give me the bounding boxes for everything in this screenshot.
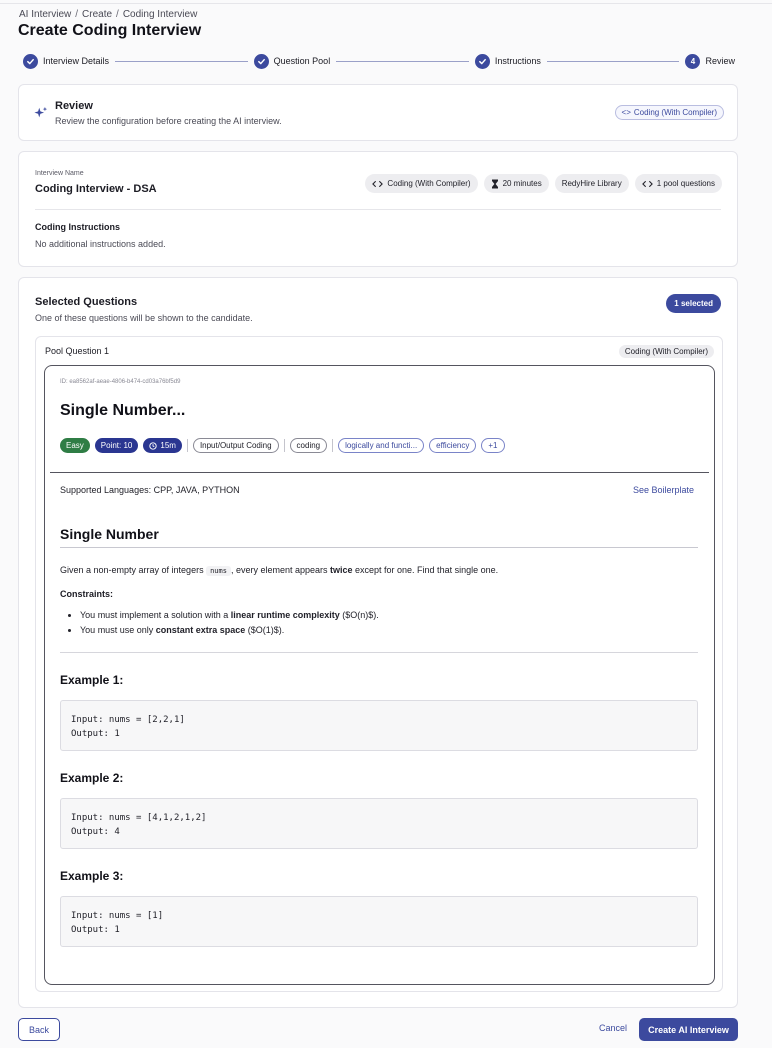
inline-code: nums: [206, 566, 231, 576]
selected-count-badge: 1 selected: [666, 294, 721, 313]
breadcrumb-ai-interview[interactable]: AI Interview: [19, 9, 71, 20]
step-interview-details[interactable]: Interview Details: [23, 53, 110, 69]
back-button[interactable]: Back: [18, 1018, 60, 1041]
check-icon: [253, 53, 269, 69]
step-instructions[interactable]: Instructions: [474, 53, 541, 69]
constraints-heading: Constraints:: [60, 589, 114, 599]
divider: [50, 472, 709, 473]
sparkle-icon: [34, 106, 48, 118]
breadcrumb: AI Interview / Create / Coding Interview: [19, 9, 198, 20]
supported-languages: Supported Languages: CPP, JAVA, PYTHON: [60, 485, 240, 495]
example-code-block: Input: nums = [1] Output: 1: [60, 896, 698, 947]
step-connector: [115, 60, 248, 62]
cancel-button[interactable]: Cancel: [599, 1023, 627, 1033]
review-header-card: Review Review the configuration before c…: [18, 84, 738, 141]
question-description: Single Number Given a non-empty array of…: [60, 526, 698, 947]
selected-questions-card: Selected Questions One of these question…: [18, 277, 738, 1008]
stepper: Interview Details Question Pool Instruct…: [23, 53, 735, 69]
pool-count-chip: 1 pool questions: [634, 174, 722, 193]
clock-icon: [149, 441, 158, 450]
constraints-list: You must implement a solution with a lin…: [80, 610, 698, 635]
tag-io-coding: Input/Output Coding: [192, 438, 279, 453]
see-boilerplate-link[interactable]: See Boilerplate: [633, 485, 694, 495]
code-icon: [372, 180, 384, 187]
question-id: ID: ea8562af-aeae-4806-b474-cd03a76bf5d9: [60, 379, 181, 385]
step-connector: [546, 60, 680, 62]
hourglass-icon: [491, 179, 498, 188]
question-preview: ID: ea8562af-aeae-4806-b474-cd03a76bf5d9…: [44, 365, 715, 985]
breadcrumb-coding-interview: Coding Interview: [122, 9, 198, 20]
selected-questions-subtitle: One of these questions will be shown to …: [35, 313, 253, 323]
library-chip: RedyHire Library: [554, 174, 629, 193]
review-title: Review: [55, 100, 93, 112]
interview-name-label: Interview Name: [35, 170, 84, 177]
coding-instructions-text: No additional instructions added.: [35, 239, 166, 249]
tag-coding: coding: [289, 438, 328, 453]
question-tags: Easy Point: 10 15m Input/Output Coding c…: [60, 438, 505, 453]
step-connector: [336, 60, 469, 62]
top-divider: [0, 3, 772, 4]
step-review[interactable]: 4 Review: [685, 53, 735, 69]
interview-type-chip: <> Coding (With Compiler): [614, 105, 724, 120]
tag-logically: logically and functi...: [338, 438, 425, 453]
check-icon: [474, 53, 490, 69]
create-ai-interview-button[interactable]: Create AI Interview: [639, 1018, 738, 1041]
step-label: Interview Details: [43, 56, 110, 66]
selected-questions-title: Selected Questions: [35, 296, 138, 308]
step-question-pool[interactable]: Question Pool: [253, 53, 331, 69]
example-code-block: Input: nums = [2,2,1] Output: 1: [60, 700, 698, 751]
list-item: You must implement a solution with a lin…: [80, 610, 698, 620]
code-brackets-icon: <>: [621, 108, 631, 117]
question-title: Single Number...: [60, 402, 186, 419]
tag-efficiency: efficiency: [429, 438, 477, 453]
description-text: Given a non-empty array of integers nums…: [60, 565, 499, 576]
description-heading: Single Number: [60, 526, 698, 548]
step-label: Review: [705, 56, 735, 66]
example-title: Example 1:: [60, 673, 124, 687]
review-subtitle: Review the configuration before creating…: [55, 116, 282, 126]
time-badge: 15m: [143, 438, 182, 453]
duration-chip: 20 minutes: [483, 174, 549, 193]
pool-question-box: Pool Question 1 Coding (With Compiler) I…: [35, 336, 723, 992]
example-title: Example 2:: [60, 771, 124, 785]
check-icon: [23, 53, 38, 69]
more-tags-badge[interactable]: +1: [481, 438, 505, 453]
pool-question-title: Pool Question 1: [45, 346, 110, 356]
step-label: Question Pool: [273, 56, 331, 66]
list-item: You must use only constant extra space (…: [80, 625, 698, 635]
pool-type-chip: Coding (With Compiler): [618, 345, 714, 358]
page-title: Create Coding Interview: [18, 22, 202, 39]
coding-instructions-title: Coding Instructions: [35, 222, 120, 232]
difficulty-badge: Easy: [60, 438, 90, 453]
points-badge: Point: 10: [94, 438, 139, 453]
code-icon: [641, 180, 653, 187]
interview-chip-row: Coding (With Compiler) 20 minutes RedyHi…: [365, 174, 722, 193]
example-code-block: Input: nums = [4,1,2,1,2] Output: 4: [60, 798, 698, 849]
example-title: Example 3:: [60, 869, 124, 883]
divider: [60, 652, 698, 653]
interview-summary-card: Interview Name Coding Interview - DSA Co…: [18, 151, 738, 267]
step-number: 4: [685, 53, 701, 69]
divider: [35, 209, 721, 210]
interview-name: Coding Interview - DSA: [35, 183, 157, 195]
step-label: Instructions: [494, 56, 541, 66]
type-chip: Coding (With Compiler): [365, 174, 478, 193]
breadcrumb-create[interactable]: Create: [82, 9, 112, 20]
